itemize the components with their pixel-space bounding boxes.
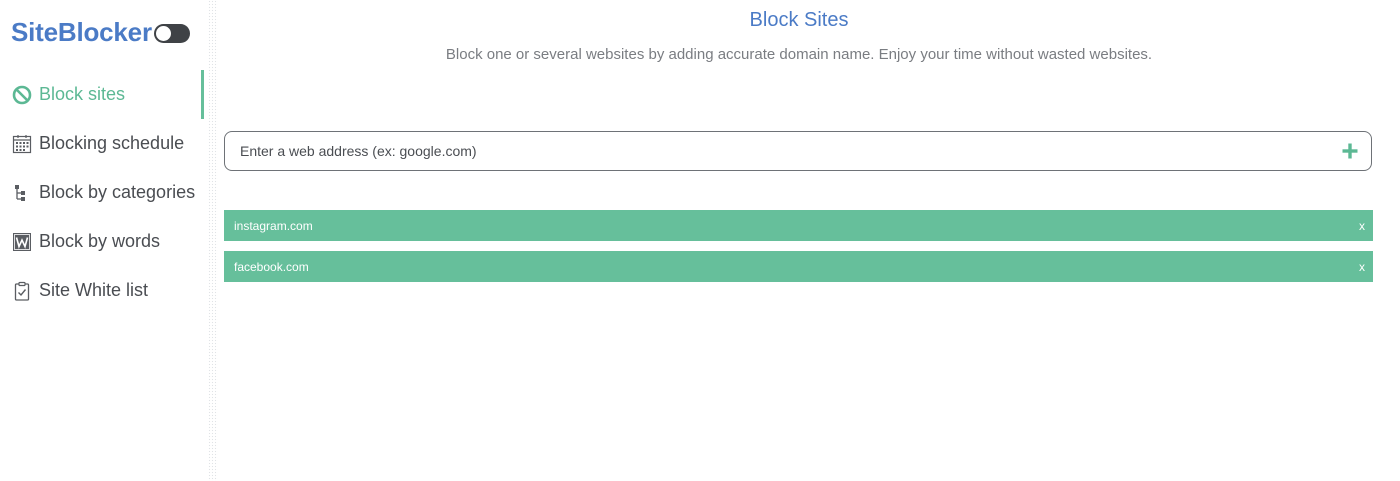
app-title: SiteBlocker <box>11 16 152 47</box>
remove-site-button[interactable]: x <box>1359 260 1373 274</box>
tree-icon <box>12 183 32 203</box>
sidebar-item-blocking-schedule[interactable]: Blocking schedule <box>0 119 208 168</box>
sidebar-item-label: Block sites <box>39 84 126 104</box>
main-content: Block Sites Block one or several website… <box>218 0 1400 481</box>
brand: SiteBlocker <box>11 14 190 50</box>
app-window: SiteBlocker Block sites Blocking schedul… <box>0 0 1400 481</box>
sidebar-divider <box>208 0 218 481</box>
word-w-icon <box>12 232 32 252</box>
sidebar-item-label: Site White list <box>39 280 149 300</box>
sidebar-item-block-sites[interactable]: Block sites <box>0 70 208 119</box>
sidebar-item-label: Blocking schedule <box>39 133 185 153</box>
blocked-sites-list: instagram.com x facebook.com x <box>224 210 1373 292</box>
block-icon <box>12 85 32 105</box>
add-site-button[interactable] <box>1339 140 1361 162</box>
blocked-site-domain: instagram.com <box>234 218 313 233</box>
clipboard-check-icon <box>12 281 32 301</box>
toggle-knob <box>155 25 171 41</box>
plus-icon <box>1342 143 1358 159</box>
active-indicator <box>201 70 204 119</box>
sidebar-item-label: Block by categories <box>39 182 196 202</box>
remove-site-button[interactable]: x <box>1359 219 1373 233</box>
sidebar-item-block-by-categories[interactable]: Block by categories <box>0 168 208 217</box>
web-address-input[interactable] <box>225 135 1339 167</box>
page-title: Block Sites <box>749 9 849 31</box>
sidebar: SiteBlocker Block sites Blocking schedul… <box>0 0 208 481</box>
sidebar-nav: Block sites Blocking schedule Block by c… <box>0 70 208 315</box>
calendar-icon <box>12 134 32 154</box>
blocked-site-domain: facebook.com <box>234 259 309 274</box>
blocked-site-row: instagram.com x <box>224 210 1373 241</box>
sidebar-item-site-white-list[interactable]: Site White list <box>0 266 208 315</box>
blocker-toggle[interactable] <box>153 23 190 43</box>
sidebar-item-label: Block by words <box>39 231 161 251</box>
page-subtitle: Block one or several websites by adding … <box>445 46 1153 63</box>
blocked-site-row: facebook.com x <box>224 251 1373 282</box>
add-site-box <box>224 131 1372 171</box>
sidebar-item-block-by-words[interactable]: Block by words <box>0 217 208 266</box>
